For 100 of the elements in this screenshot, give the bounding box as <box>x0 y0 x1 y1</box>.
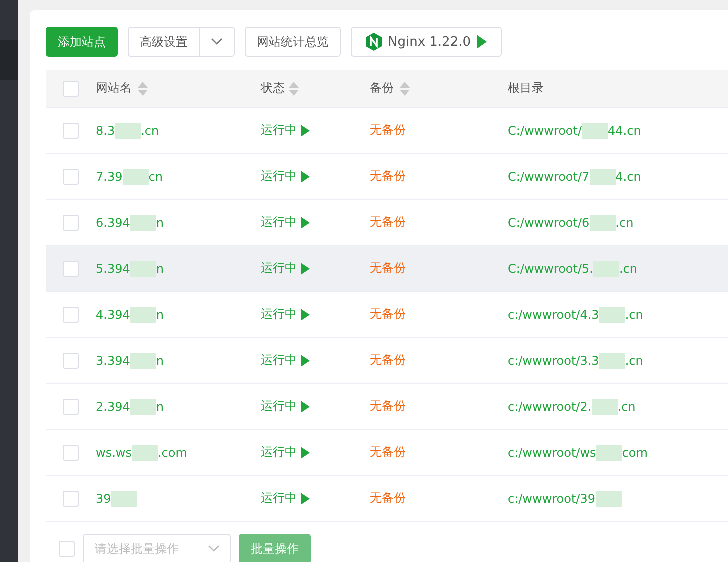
play-icon <box>301 354 310 366</box>
status-link[interactable]: 运行中 <box>261 352 297 369</box>
site-name-link[interactable]: .cn <box>141 124 160 138</box>
root-path-link[interactable]: .cn <box>625 308 644 322</box>
backup-link[interactable]: 无备份 <box>370 122 406 139</box>
site-name-link[interactable]: 3.394 <box>96 354 130 368</box>
chevron-down-icon <box>208 545 220 553</box>
site-name-link[interactable]: 4.394 <box>96 308 130 322</box>
status-link[interactable]: 运行中 <box>261 306 297 323</box>
site-name-link[interactable]: 39 <box>96 492 112 506</box>
row-checkbox[interactable] <box>63 122 79 138</box>
redaction-block <box>130 306 156 322</box>
root-path-link[interactable]: C:/wwwroot/5. <box>508 262 594 276</box>
column-header[interactable]: 状态 <box>261 80 285 97</box>
column-header[interactable]: 根目录 <box>508 80 544 97</box>
root-path-link[interactable]: c:/wwwroot/2. <box>508 400 592 414</box>
root-path-link[interactable]: .cn <box>618 400 636 414</box>
row-checkbox[interactable] <box>63 168 79 184</box>
root-path-link[interactable]: c:/wwwroot/39 <box>508 492 596 506</box>
advanced-settings-dropdown[interactable]: 高级设置 <box>128 27 235 57</box>
row-checkbox[interactable] <box>63 214 79 230</box>
site-name-link[interactable]: cn <box>148 170 163 184</box>
sort-icon[interactable] <box>289 82 299 96</box>
play-icon <box>301 308 310 320</box>
backup-link[interactable]: 无备份 <box>370 214 406 231</box>
sort-icon[interactable] <box>400 82 410 96</box>
backup-link[interactable]: 无备份 <box>370 168 406 185</box>
root-path-link[interactable]: C:/wwwroot/ <box>508 124 582 138</box>
column-header[interactable]: 备份 <box>370 80 394 97</box>
row-checkbox[interactable] <box>63 306 79 322</box>
play-icon <box>477 35 488 49</box>
sort-icon[interactable] <box>138 82 148 96</box>
backup-link[interactable]: 无备份 <box>370 260 406 277</box>
backup-link[interactable]: 无备份 <box>370 444 406 461</box>
site-stats-button[interactable]: 网站统计总览 <box>245 27 341 57</box>
site-name-link[interactable]: n <box>156 354 164 368</box>
add-site-button[interactable]: 添加站点 <box>46 27 118 57</box>
redaction-block <box>111 490 138 506</box>
backup-link[interactable]: 无备份 <box>370 490 406 507</box>
redaction-block <box>596 444 622 460</box>
column-header[interactable]: 网站名 <box>96 80 132 97</box>
play-icon <box>301 446 310 458</box>
site-name-link[interactable]: .com <box>158 446 188 460</box>
footer-checkbox[interactable] <box>59 541 75 557</box>
site-name-link[interactable]: n <box>156 308 164 322</box>
backup-link[interactable]: 无备份 <box>370 306 406 323</box>
status-link[interactable]: 运行中 <box>261 214 297 231</box>
root-path-link[interactable]: .cn <box>616 216 634 230</box>
root-path-link[interactable]: c:/wwwroot/ws <box>508 446 596 460</box>
root-path-link[interactable]: .cn <box>625 354 644 368</box>
root-path-link[interactable]: 4.cn <box>616 170 642 184</box>
play-icon <box>301 262 310 274</box>
site-name-link[interactable]: 8.3 <box>96 124 116 138</box>
status-link[interactable]: 运行中 <box>261 444 297 461</box>
site-name-link[interactable]: 5.394 <box>96 262 130 276</box>
site-name-link[interactable]: n <box>156 400 164 414</box>
backup-link[interactable]: 无备份 <box>370 398 406 415</box>
batch-action-button[interactable]: 批量操作 <box>239 534 311 562</box>
redaction-block <box>599 352 626 368</box>
root-path-link[interactable]: C:/wwwroot/6 <box>508 216 590 230</box>
batch-action-select[interactable]: 请选择批量操作 <box>83 534 231 562</box>
select-all-checkbox[interactable] <box>63 80 79 96</box>
root-path-link[interactable]: c:/wwwroot/3.3 <box>508 354 600 368</box>
play-icon <box>301 492 310 504</box>
advanced-settings-label[interactable]: 高级设置 <box>129 28 199 56</box>
root-path-link[interactable]: com <box>622 446 648 460</box>
backup-link[interactable]: 无备份 <box>370 352 406 369</box>
root-path-link[interactable]: 44.cn <box>608 124 642 138</box>
row-checkbox[interactable] <box>63 398 79 414</box>
site-name-link[interactable]: n <box>156 216 164 230</box>
redaction-block <box>596 490 622 506</box>
site-name-link[interactable]: n <box>156 262 164 276</box>
site-name-link[interactable]: 6.394 <box>96 216 130 230</box>
row-checkbox[interactable] <box>63 260 79 276</box>
site-name-link[interactable]: ws.ws <box>96 446 132 460</box>
nginx-button[interactable]: Nginx 1.22.0 <box>351 27 502 57</box>
site-name-link[interactable]: 2.394 <box>96 400 130 414</box>
redaction-block <box>122 168 149 184</box>
status-link[interactable]: 运行中 <box>261 490 297 507</box>
hexagon-logo-icon <box>366 33 382 51</box>
root-path-link[interactable]: C:/wwwroot/7 <box>508 170 590 184</box>
chevron-down-icon[interactable] <box>211 38 223 46</box>
row-checkbox[interactable] <box>63 352 79 368</box>
root-path-link[interactable]: .cn <box>619 262 638 276</box>
table-row[interactable]: 5.394 n 运行中 无备份 C:/wwwroot/5. .cn <box>46 246 728 292</box>
root-path-link[interactable]: c:/wwwroot/4.3 <box>508 308 600 322</box>
row-checkbox[interactable] <box>63 490 79 506</box>
play-icon <box>301 216 310 228</box>
status-link[interactable]: 运行中 <box>261 122 297 139</box>
redaction-block <box>590 214 616 230</box>
redaction-block <box>130 352 156 368</box>
play-icon <box>301 170 310 182</box>
redaction-block <box>590 168 616 184</box>
status-link[interactable]: 运行中 <box>261 398 297 415</box>
redaction-block <box>593 260 620 276</box>
row-checkbox[interactable] <box>63 444 79 460</box>
status-link[interactable]: 运行中 <box>261 260 297 277</box>
site-name-link[interactable]: 7.39 <box>96 170 123 184</box>
redaction-block <box>130 214 156 230</box>
status-link[interactable]: 运行中 <box>261 168 297 185</box>
